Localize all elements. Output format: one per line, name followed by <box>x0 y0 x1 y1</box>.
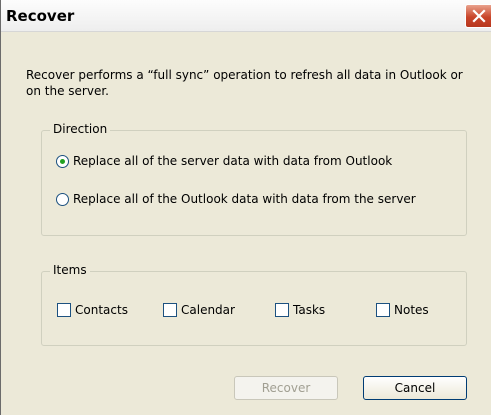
direction-group: Direction Replace all of the server data… <box>41 122 467 236</box>
checkbox-box[interactable] <box>275 303 289 317</box>
radio-button-selected[interactable] <box>56 154 69 168</box>
direction-option-label: Replace all of the server data with data… <box>73 154 393 168</box>
direction-option-label: Replace all of the Outlook data with dat… <box>73 192 416 206</box>
direction-option-server-from-outlook[interactable]: Replace all of the server data with data… <box>56 154 392 168</box>
recover-button[interactable]: Recover <box>234 376 338 400</box>
checkbox-box[interactable] <box>163 303 177 317</box>
close-button[interactable] <box>465 4 491 28</box>
recover-dialog: Recover Recover performs a “full sync” o… <box>0 0 491 415</box>
direction-legend: Direction <box>50 122 111 136</box>
direction-option-outlook-from-server[interactable]: Replace all of the Outlook data with dat… <box>56 192 416 206</box>
checkbox-box[interactable] <box>376 303 390 317</box>
checkbox-label: Tasks <box>293 303 326 317</box>
checkbox-tasks[interactable]: Tasks <box>275 303 325 317</box>
checkbox-label: Contacts <box>75 303 128 317</box>
checkbox-label: Notes <box>394 303 429 317</box>
checkbox-notes[interactable]: Notes <box>376 303 429 317</box>
description-text: Recover performs a “full sync” operation… <box>26 68 463 98</box>
checkbox-label: Calendar <box>181 303 235 317</box>
checkbox-box[interactable] <box>57 303 71 317</box>
checkbox-calendar[interactable]: Calendar <box>163 303 235 317</box>
items-group: Items Contacts Calendar Tasks Notes <box>41 263 467 346</box>
radio-button[interactable] <box>56 192 69 206</box>
title-bar[interactable]: Recover <box>1 0 491 32</box>
checkbox-contacts[interactable]: Contacts <box>57 303 128 317</box>
window-title: Recover <box>6 7 75 25</box>
close-icon <box>472 9 486 23</box>
items-legend: Items <box>50 263 90 277</box>
cancel-button[interactable]: Cancel <box>363 376 467 400</box>
